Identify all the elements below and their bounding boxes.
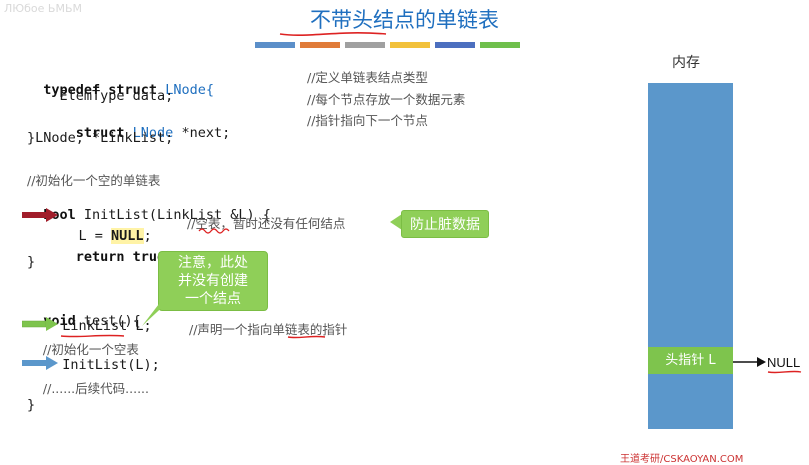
null-underline: [767, 370, 802, 374]
footer-watermark: 王道考研/CSKAOYAN.COM: [620, 454, 744, 465]
code-line-8: return true;: [43, 249, 174, 265]
code-comment-3: //指针指向下一个节点: [307, 113, 428, 128]
color-bar-4: [390, 42, 430, 48]
memory-label: 内存: [672, 55, 700, 71]
color-bar-3: [345, 42, 385, 48]
color-bar-5: [435, 42, 475, 48]
code-comment-1: //定义单链表结点类型: [307, 70, 428, 85]
page-title: 不带头结点的单链表: [310, 8, 499, 32]
code-line-4: }LNode, *LinkList;: [27, 130, 174, 146]
code-comment-2: //每个节点存放一个数据元素: [307, 92, 466, 107]
code-line-13: InitList(L);: [46, 357, 160, 373]
color-bar-1: [255, 42, 295, 48]
code-line-2: ElemType data;: [27, 88, 174, 104]
callout-pointer: [390, 214, 402, 230]
memory-block: [648, 83, 733, 429]
code-comment-5: //初始化一个空的单链表: [27, 173, 161, 188]
code-line-9: }: [27, 254, 36, 270]
head-pointer-cell: 头指针 L: [648, 347, 733, 374]
null-label: NULL: [767, 355, 801, 370]
callout-note-line-2: 并没有创建: [178, 273, 248, 289]
title-underline: [279, 32, 387, 36]
callout-note: 注意，此处 并没有创建 一个结点: [158, 251, 268, 311]
code-comment-14: //......后续代码......: [27, 381, 149, 396]
code-line-11: LinkList L;: [46, 318, 152, 334]
callout-dirty-data: 防止脏数据: [401, 210, 489, 238]
null-arrow-icon: [733, 357, 766, 367]
callout-note-line-3: 一个结点: [185, 291, 241, 307]
red-underline-list: [287, 335, 326, 339]
callout-note-line-1: 注意，此处: [178, 255, 248, 271]
color-bar-6: [480, 42, 520, 48]
color-bar-2: [300, 42, 340, 48]
code-line-15: }: [27, 397, 36, 413]
squiggle-underline: [198, 228, 230, 234]
